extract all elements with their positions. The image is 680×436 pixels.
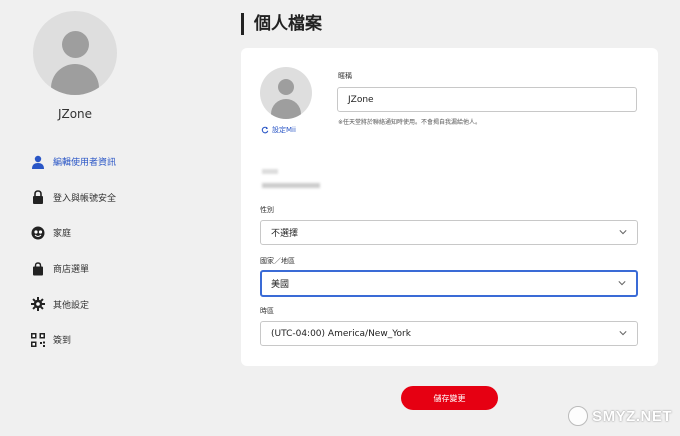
set-mii-link[interactable]: 設定Mii [261,125,296,135]
nickname-value: JZone [348,94,374,105]
timezone-select[interactable]: (UTC-04:00) America/New_York [260,321,638,346]
watermark: SMYZ.NET [568,406,672,426]
family-icon [30,225,45,240]
lock-icon [30,190,45,205]
nickname-label: 暱稱 [338,72,352,80]
sidebar-item-other-settings[interactable]: 其他設定 [30,286,116,322]
sidebar-item-family[interactable]: 家庭 [30,215,116,251]
user-avatar[interactable] [33,11,117,95]
redacted-text [262,169,278,174]
sidebar-item-shop-menu[interactable]: 商店選單 [30,251,116,287]
chevron-down-icon [619,330,627,335]
chevron-down-icon [619,229,627,234]
gear-icon [30,297,45,312]
sidebar-item-edit-user-info[interactable]: 編輯使用者資訊 [30,144,116,180]
country-label: 國家／地區 [260,257,295,265]
sidebar-item-label: 家庭 [53,229,72,240]
sidebar-item-label: 商店選單 [53,265,90,276]
chevron-down-icon [618,280,626,285]
mii-body-shape [271,99,301,119]
country-value: 美國 [271,280,290,290]
sidebar-nav: 編輯使用者資訊 登入與帳號安全 家庭 商店選單 其他設定 簽到 [30,144,116,358]
mii-avatar [260,67,312,119]
username: JZone [57,107,93,121]
page-title: 個人檔案 [241,13,322,35]
sidebar: JZone 編輯使用者資訊 登入與帳號安全 家庭 商店選單 其他設定 簽到 [0,0,160,436]
watermark-text: SMYZ.NET [592,407,672,425]
timezone-label: 時區 [260,307,274,315]
profile-card: 設定Mii 暱稱 JZone ※任天堂將於聯絡通知時使用。不會揭自我漏給他人。 … [241,48,658,366]
avatar-head-shape [62,31,89,58]
sidebar-item-label: 編輯使用者資訊 [53,158,117,169]
set-mii-label: 設定Mii [272,126,296,134]
gender-select[interactable]: 不選擇 [260,220,638,245]
sidebar-item-login-security[interactable]: 登入與帳號安全 [30,180,116,216]
sidebar-item-label: 其他設定 [53,300,90,311]
refresh-icon [261,126,269,134]
watermark-logo-icon [568,406,589,426]
nickname-input[interactable]: JZone [337,87,637,112]
gender-label: 性別 [260,206,274,214]
shopping-bag-icon [30,261,45,276]
avatar-body-shape [51,64,99,95]
qr-code-icon [30,332,45,347]
save-button[interactable]: 儲存變更 [401,386,498,410]
sidebar-item-label: 登入與帳號安全 [53,193,117,204]
person-icon [30,154,45,169]
sidebar-item-check-in[interactable]: 簽到 [30,322,116,358]
country-select[interactable]: 美國 [260,270,638,297]
sidebar-item-label: 簽到 [53,336,72,347]
redacted-text [262,183,320,188]
timezone-value: (UTC-04:00) America/New_York [271,328,411,339]
nickname-hint: ※任天堂將於聯絡通知時使用。不會揭自我漏給他人。 [338,119,482,126]
gender-value: 不選擇 [271,229,299,239]
mii-head-shape [278,79,294,95]
